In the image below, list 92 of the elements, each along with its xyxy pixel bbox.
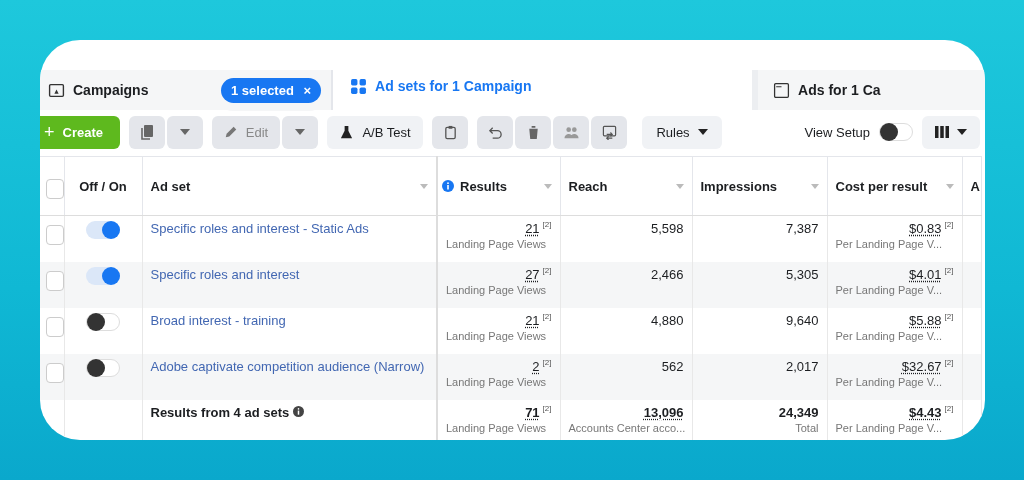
table-cell-text: Landing Page Views (446, 238, 548, 250)
columns-icon (935, 126, 949, 138)
column-header[interactable]: Ad set (150, 178, 191, 194)
table-cell-text: Landing Page Views (446, 376, 548, 388)
column-header[interactable]: Reach (568, 178, 608, 194)
table-cell: 21 (525, 313, 540, 328)
flask-icon (339, 124, 355, 140)
info-icon[interactable] (292, 406, 304, 417)
ad-set-link[interactable]: Specific roles and interest (150, 267, 300, 282)
table-cell-text: Per Landing Page V... (835, 422, 944, 434)
grid-icon (350, 78, 368, 95)
dropdown-button[interactable] (167, 115, 203, 149)
dropdown-button[interactable] (282, 115, 318, 149)
footnote-mark: [2] (944, 359, 954, 367)
table-cell-text: Landing Page Views (446, 330, 548, 342)
footnote-mark: [2] (944, 221, 954, 229)
table-cell: 2,466 (650, 267, 684, 282)
table-cell: 4,880 (650, 313, 684, 328)
tab[interactable]: Ads for 1 Ca (752, 70, 985, 110)
status-toggle[interactable] (86, 221, 120, 239)
table-cell: $5.88 (909, 313, 942, 328)
table-cell: 9,640 (785, 313, 819, 328)
caret-icon (180, 129, 190, 135)
table-cell: Accounts Center acco... (568, 422, 684, 434)
table-cell-text: Landing Page Views (446, 422, 548, 434)
ad-set-link[interactable]: Broad interest - training (150, 313, 286, 328)
table-cell: $0.83 (909, 221, 942, 236)
table-cell: 7,387 (785, 221, 819, 236)
table-cell-text: Per Landing Page V... (835, 284, 944, 296)
table-cell: 2,017 (785, 359, 819, 374)
footnote-mark: [2] (542, 405, 552, 413)
undo-button[interactable] (477, 115, 513, 149)
select-all-checkbox[interactable] (45, 179, 64, 199)
table-cell-text: Total (794, 422, 819, 434)
column-header[interactable]: Results (460, 178, 507, 194)
status-toggle[interactable] (86, 267, 120, 285)
view-setup-label: View Setup (804, 124, 870, 140)
duplicate-button[interactable] (129, 115, 165, 149)
footnote-mark: [2] (944, 313, 954, 321)
row-checkbox[interactable] (45, 271, 64, 291)
table-cell-text: Per Landing Page V... (835, 330, 944, 342)
table-cell: 27 (525, 267, 540, 282)
table-cell: $4.43 (909, 405, 942, 420)
column-header[interactable]: Impressions (700, 178, 778, 194)
table-cell-text: Per Landing Page V... (835, 238, 944, 250)
footnote-mark: [2] (542, 359, 552, 367)
status-toggle[interactable] (86, 359, 120, 377)
column-header[interactable]: Off / On (79, 178, 127, 194)
copy-icon (139, 124, 155, 140)
pencil-icon (223, 125, 238, 139)
folder-icon (48, 81, 65, 99)
table-cell: 71 (525, 405, 540, 420)
table-cell: 5,598 (650, 221, 684, 236)
total-label: Results from 4 ad sets (150, 405, 290, 420)
table-cell: 24,349 (778, 405, 819, 420)
clear-selection-button[interactable]: × (303, 82, 312, 98)
ab-test-button[interactable]: A/B Test (327, 115, 423, 149)
table-cell: 13,096 (643, 405, 684, 420)
status-toggle[interactable] (86, 313, 120, 331)
export-button[interactable] (591, 115, 627, 149)
footnote-mark: [2] (542, 221, 552, 229)
caret-icon (957, 129, 967, 135)
ad-set-link[interactable]: Specific roles and interest - Static Ads (150, 221, 369, 236)
table-cell: 5,305 (785, 267, 819, 282)
row-checkbox[interactable] (45, 317, 64, 337)
clipboard-icon (442, 124, 458, 140)
people-icon (563, 124, 579, 140)
clipboard-button[interactable] (432, 115, 468, 149)
caret-icon (295, 129, 305, 135)
row-checkbox[interactable] (45, 225, 64, 245)
table-cell-text: Per Landing Page V... (835, 376, 944, 388)
table-cell: 2 (532, 359, 540, 374)
view-setup-toggle[interactable] (879, 123, 913, 141)
footnote-mark: [2] (944, 405, 954, 413)
caret-icon (697, 129, 708, 135)
window-icon (773, 81, 791, 99)
rules-button[interactable]: Rules (642, 115, 722, 149)
column-header[interactable]: A (970, 178, 980, 194)
footnote-mark: [2] (542, 313, 552, 321)
footnote-mark: [2] (542, 267, 552, 275)
screen-arrows-icon (601, 124, 617, 140)
table-cell: $32.67 (901, 359, 942, 374)
row-checkbox[interactable] (45, 363, 64, 383)
table-cell: 562 (661, 359, 684, 374)
table-cell: $4.01 (909, 267, 942, 282)
columns-button[interactable] (922, 115, 980, 149)
table-cell: 21 (525, 221, 540, 236)
column-header[interactable]: Cost per result (835, 178, 928, 194)
info-icon[interactable] (442, 180, 454, 192)
table-cell-text: Landing Page Views (446, 284, 548, 296)
footnote-mark: [2] (944, 267, 954, 275)
delete-button[interactable] (515, 115, 551, 149)
